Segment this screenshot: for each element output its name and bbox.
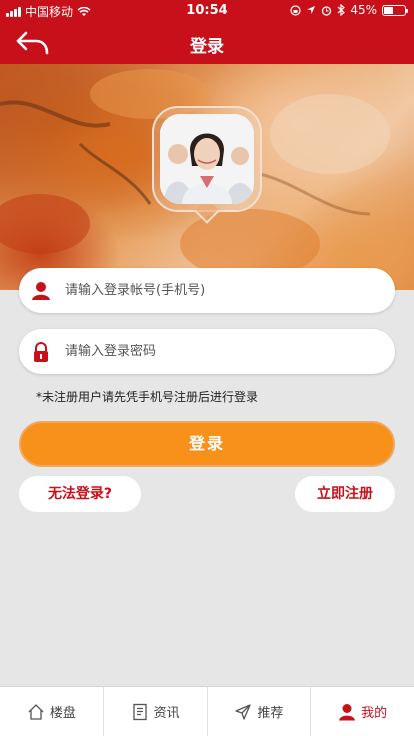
status-right: 45%: [290, 3, 408, 17]
tab-properties[interactable]: 楼盘: [0, 687, 104, 736]
status-bar: 中国移动 10:54 45%: [0, 0, 414, 22]
password-input[interactable]: [65, 344, 395, 359]
battery-percent: 45%: [350, 3, 377, 17]
login-form: *未注册用户请先凭手机号注册后进行登录 登录 无法登录? 立即注册: [0, 268, 414, 518]
avatar-frame: [152, 106, 262, 224]
avatar: [160, 114, 254, 204]
tab-label: 资讯: [153, 706, 180, 721]
tab-recommend[interactable]: 推荐: [208, 687, 312, 736]
lock-rotation-icon: [290, 4, 301, 16]
tab-mine[interactable]: 我的: [311, 687, 414, 736]
location-icon: [307, 6, 316, 14]
tab-news[interactable]: 资讯: [104, 687, 208, 736]
hero-banner: [0, 64, 414, 290]
home-icon: [28, 703, 44, 720]
register-notice: *未注册用户请先凭手机号注册后进行登录: [36, 390, 259, 404]
tab-label: 楼盘: [49, 706, 76, 721]
news-icon: [132, 703, 147, 720]
user-icon: [32, 281, 50, 300]
user-icon: [339, 703, 356, 720]
send-icon: [235, 703, 252, 720]
cannot-login-button[interactable]: 无法登录?: [19, 476, 141, 512]
register-button[interactable]: 立即注册: [295, 476, 395, 512]
password-field[interactable]: [19, 329, 395, 374]
battery-icon: [382, 4, 408, 16]
navigation-bar: 登录: [0, 22, 414, 64]
bluetooth-icon: [337, 4, 346, 16]
tab-label: 推荐: [257, 706, 284, 721]
tab-bar: 楼盘 资讯 推荐 我的: [0, 686, 414, 736]
lock-icon: [34, 341, 48, 362]
login-button[interactable]: 登录: [19, 421, 395, 467]
tab-label: 我的: [361, 706, 388, 721]
page-title: 登录: [190, 37, 224, 57]
alarm-icon: [322, 5, 332, 16]
account-field[interactable]: [19, 268, 395, 313]
account-input[interactable]: [65, 283, 395, 298]
